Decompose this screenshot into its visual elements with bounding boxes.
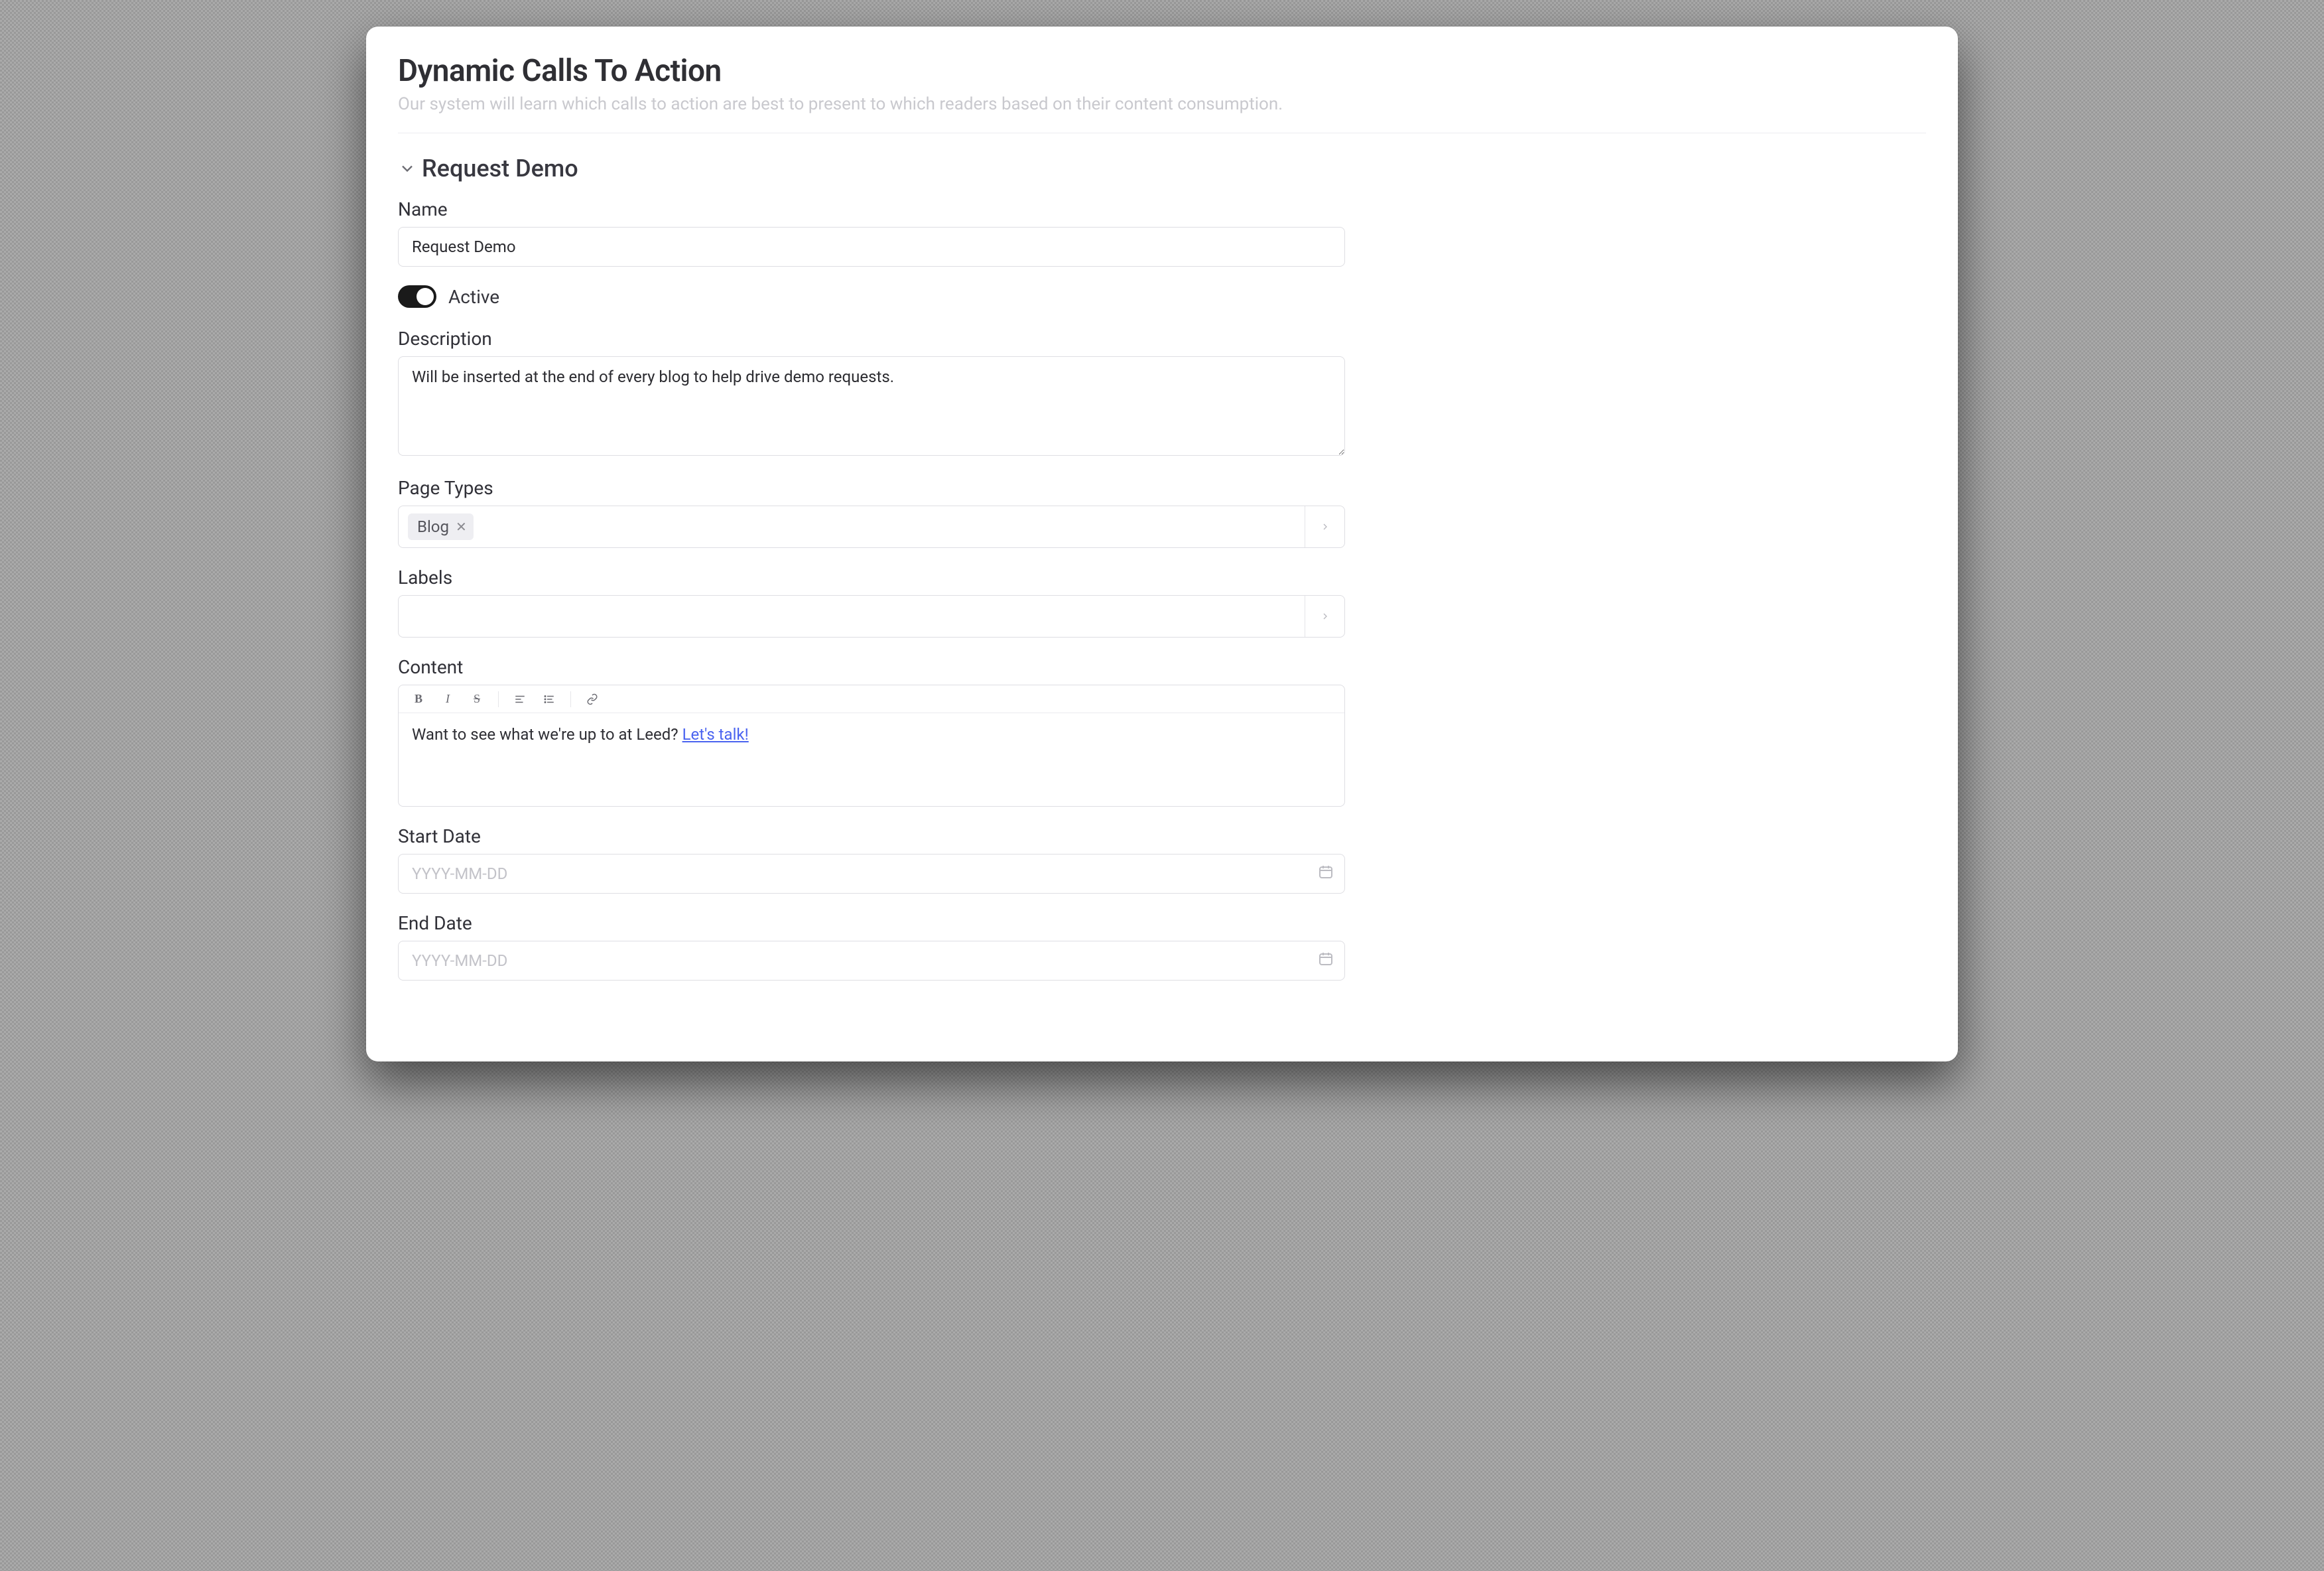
start-date-field: Start Date [398,825,1345,894]
link-button[interactable] [579,689,606,710]
section-title: Request Demo [422,155,578,182]
page-types-label: Page Types [398,477,1345,499]
chevron-down-icon [398,159,417,178]
start-date-input[interactable] [412,864,1318,883]
page-types-chip: Blog ✕ [408,513,474,540]
name-input[interactable] [398,227,1345,267]
chevron-right-icon [1320,611,1330,622]
start-date-input-wrapper [398,854,1345,894]
content-editor: B I S [398,685,1345,807]
list-button[interactable] [536,689,562,710]
labels-label: Labels [398,567,1345,588]
active-label: Active [448,286,499,308]
active-toggle[interactable] [398,285,436,308]
description-label: Description [398,328,1345,350]
list-icon [543,693,555,705]
form-column: Name Active Description Page Types Blog … [398,198,1345,981]
labels-open-button[interactable] [1305,596,1344,637]
active-field: Active [398,285,1345,308]
chevron-right-icon [1320,521,1330,532]
calendar-icon[interactable] [1318,864,1334,884]
name-label: Name [398,198,1345,220]
end-date-field: End Date [398,912,1345,981]
description-field: Description [398,328,1345,458]
bold-button[interactable]: B [405,689,432,710]
chip-text: Blog [417,517,449,536]
calendar-icon[interactable] [1318,951,1334,971]
italic-button[interactable]: I [434,689,461,710]
labels-field: Labels [398,567,1345,638]
page-types-field: Page Types Blog ✕ [398,477,1345,548]
labels-select[interactable] [398,595,1345,638]
end-date-label: End Date [398,912,1345,934]
page-subtitle: Our system will learn which calls to act… [398,94,1926,133]
settings-panel: Dynamic Calls To Action Our system will … [366,27,1958,1061]
end-date-input[interactable] [412,951,1318,970]
content-link[interactable]: Let's talk! [682,725,749,744]
page-types-open-button[interactable] [1305,506,1344,547]
section-toggle[interactable]: Request Demo [398,155,1926,182]
end-date-input-wrapper [398,941,1345,981]
strike-button[interactable]: S [464,689,490,710]
chip-remove-icon[interactable]: ✕ [456,519,467,535]
content-text: Want to see what we're up to at Leed? [412,725,682,744]
description-textarea[interactable] [398,356,1345,456]
align-left-button[interactable] [507,689,533,710]
content-field: Content B I S [398,656,1345,807]
toolbar-separator [570,691,571,707]
start-date-label: Start Date [398,825,1345,847]
align-left-icon [514,693,526,705]
content-label: Content [398,656,1345,678]
page-title: Dynamic Calls To Action [398,53,1926,89]
editor-toolbar: B I S [399,685,1344,713]
link-icon [586,693,598,705]
toolbar-separator [498,691,499,707]
content-body[interactable]: Want to see what we're up to at Leed? Le… [399,713,1344,806]
page-types-select[interactable]: Blog ✕ [398,506,1345,548]
name-field: Name [398,198,1345,267]
